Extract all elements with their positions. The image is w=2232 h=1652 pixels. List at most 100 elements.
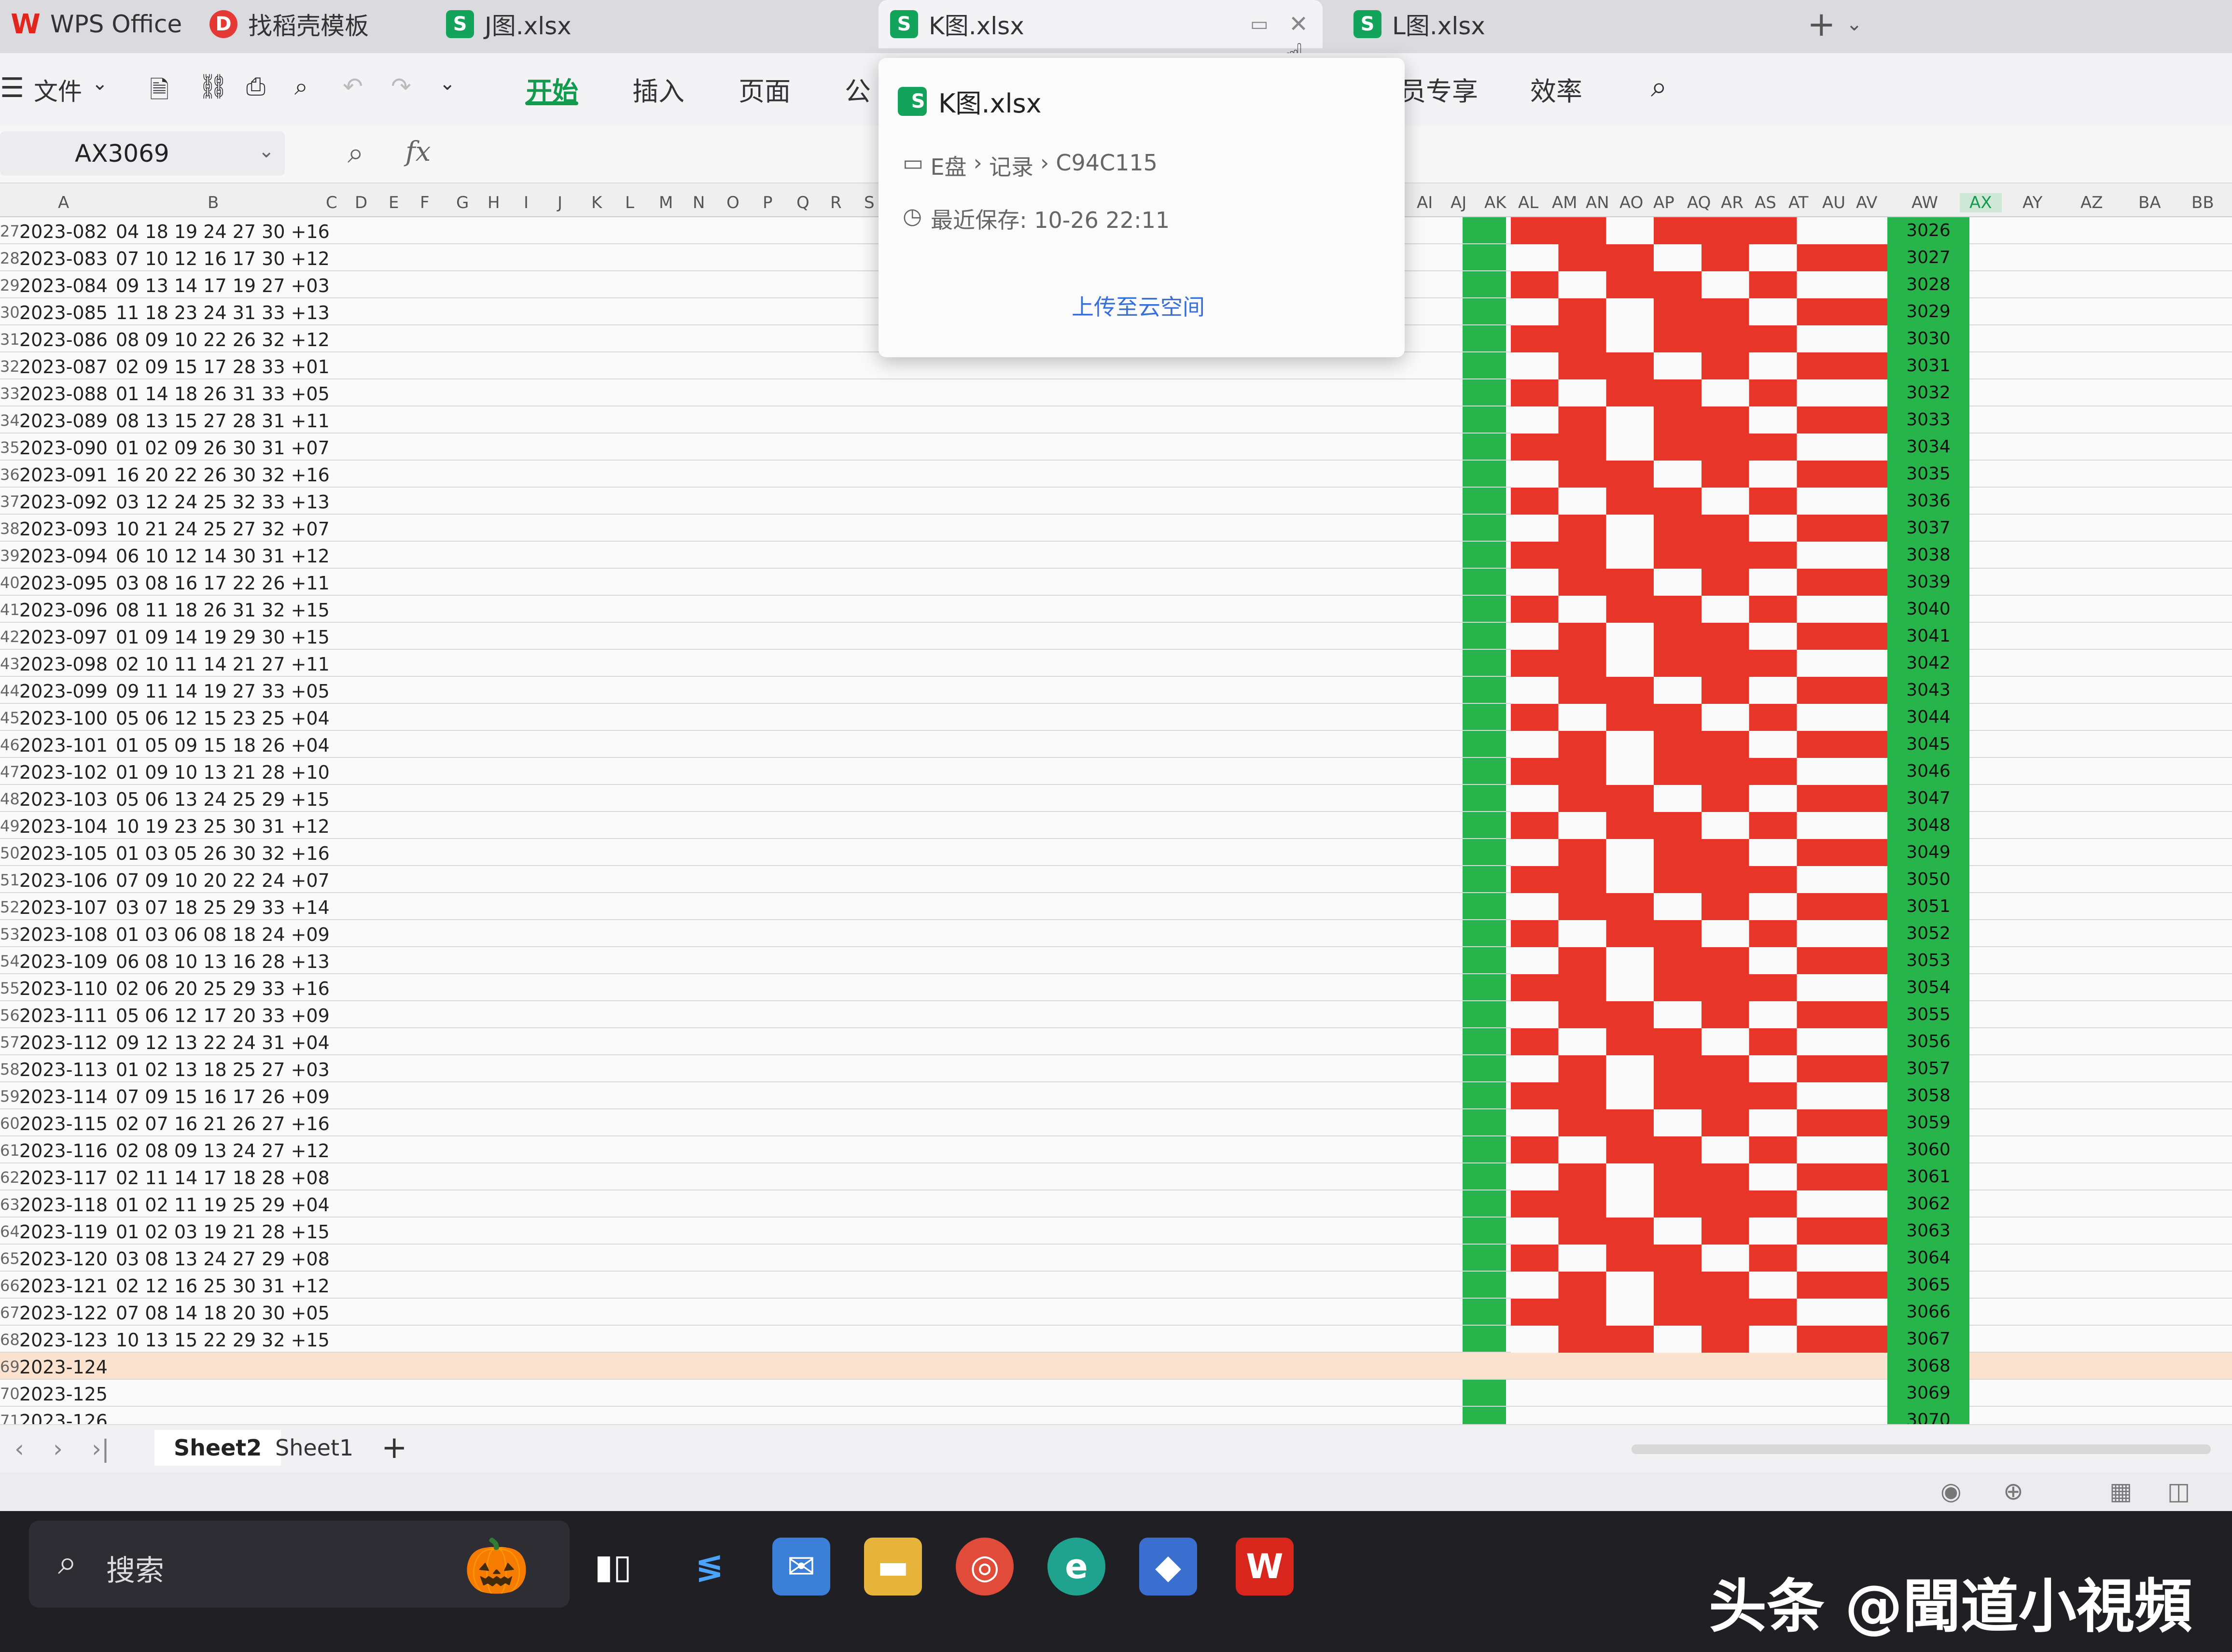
path-sub[interactable]: C94C115: [1056, 150, 1158, 182]
cell-numbers[interactable]: 08 11 18 26 31 32 +15: [116, 600, 330, 621]
cell-aw[interactable]: 3063: [1887, 1218, 1969, 1245]
cell-date[interactable]: 2023-118: [19, 1194, 108, 1216]
cell-aw[interactable]: 3046: [1887, 758, 1969, 785]
name-box[interactable]: AX3069: [0, 131, 285, 176]
row-number[interactable]: 28: [0, 249, 20, 267]
column-header[interactable]: AZ: [2080, 193, 2103, 212]
file-explorer-icon[interactable]: ▬: [864, 1538, 922, 1596]
cell-date[interactable]: 2023-082: [19, 221, 108, 242]
table-row[interactable]: 36 2023-091 16 20 22 26 30 32 +16 3035: [0, 461, 2232, 488]
row-number[interactable]: 32: [0, 357, 20, 376]
table-row[interactable]: 39 2023-094 06 10 12 14 30 31 +12 3038: [0, 542, 2232, 569]
table-row[interactable]: 52 2023-107 03 07 18 25 29 33 +14 3051: [0, 893, 2232, 920]
cell-date[interactable]: 2023-093: [19, 518, 108, 540]
cell-aw[interactable]: 3048: [1887, 812, 1969, 839]
cell-date[interactable]: 2023-125: [19, 1384, 108, 1405]
table-row[interactable]: 33 2023-088 01 14 18 26 31 33 +05 3032: [0, 379, 2232, 406]
row-number[interactable]: 65: [0, 1249, 20, 1268]
cell-date[interactable]: 2023-094: [19, 546, 108, 567]
cell-aw[interactable]: 3031: [1887, 352, 1969, 379]
redo-icon[interactable]: ↷: [391, 72, 411, 100]
table-row[interactable]: 66 2023-121 02 12 16 25 30 31 +12 3065: [0, 1272, 2232, 1299]
tab-l-file[interactable]: S L图.xlsx: [1342, 0, 1776, 48]
horizontal-scrollbar[interactable]: [1632, 1444, 2211, 1454]
row-number[interactable]: 64: [0, 1222, 20, 1241]
cell-date[interactable]: 2023-121: [19, 1275, 108, 1297]
column-header[interactable]: D: [355, 193, 367, 212]
fx-icon[interactable]: fx: [405, 136, 431, 168]
cell-date[interactable]: 2023-113: [19, 1059, 108, 1080]
chevron-down-icon[interactable]: ⌄: [439, 72, 456, 95]
column-header[interactable]: C: [326, 193, 337, 212]
cell-aw[interactable]: 3058: [1887, 1082, 1969, 1109]
row-number[interactable]: 51: [0, 871, 20, 889]
table-row[interactable]: 56 2023-111 05 06 12 17 20 33 +09 3055: [0, 1001, 2232, 1028]
row-number[interactable]: 63: [0, 1195, 20, 1214]
close-tab-icon[interactable]: ✕: [1289, 11, 1308, 38]
column-header[interactable]: R: [830, 193, 842, 212]
cell-numbers[interactable]: 02 11 14 17 18 28 +08: [116, 1167, 330, 1189]
cell-numbers[interactable]: 03 08 13 24 27 29 +08: [116, 1248, 330, 1270]
cell-numbers[interactable]: 07 08 14 18 20 30 +05: [116, 1302, 330, 1324]
column-header[interactable]: M: [659, 193, 673, 212]
cell-date[interactable]: 2023-095: [19, 573, 108, 594]
new-tab-button[interactable]: + ⌄: [1796, 0, 1892, 48]
tab-j-file[interactable]: S J图.xlsx: [434, 0, 859, 48]
row-number[interactable]: 57: [0, 1033, 20, 1051]
cell-numbers[interactable]: 02 08 09 13 24 27 +12: [116, 1140, 330, 1162]
row-number[interactable]: 70: [0, 1385, 20, 1403]
row-number[interactable]: 46: [0, 736, 20, 754]
cell-aw[interactable]: 3034: [1887, 434, 1969, 461]
cell-aw[interactable]: 3062: [1887, 1190, 1969, 1218]
cell-aw[interactable]: 3047: [1887, 785, 1969, 812]
cell-aw[interactable]: 3039: [1887, 569, 1969, 596]
row-number[interactable]: 53: [0, 925, 20, 943]
column-header[interactable]: AJ: [1451, 193, 1466, 212]
column-header[interactable]: AN: [1586, 193, 1609, 212]
path-dir[interactable]: 记录: [989, 150, 1033, 182]
row-number[interactable]: 43: [0, 655, 20, 673]
tab-insert[interactable]: 插入: [632, 70, 684, 108]
cell-numbers[interactable]: 02 06 20 25 29 33 +16: [116, 978, 330, 999]
column-header[interactable]: F: [420, 193, 430, 212]
row-number[interactable]: 61: [0, 1141, 20, 1160]
cell-date[interactable]: 2023-098: [19, 654, 108, 675]
cell-numbers[interactable]: 06 08 10 13 16 28 +13: [116, 951, 330, 972]
cell-date[interactable]: 2023-099: [19, 681, 108, 702]
eye-icon[interactable]: ◉: [1940, 1477, 1962, 1505]
cell-numbers[interactable]: 10 19 23 25 30 31 +12: [116, 816, 330, 837]
tab-efficiency[interactable]: 效率: [1530, 70, 1582, 108]
save-icon[interactable]: 🗎: [150, 72, 169, 113]
cell-aw[interactable]: 3026: [1887, 217, 1969, 244]
column-header[interactable]: AQ: [1687, 193, 1711, 212]
column-header[interactable]: AL: [1518, 193, 1538, 212]
cell-numbers[interactable]: 01 05 09 15 18 26 +04: [116, 735, 330, 756]
row-number[interactable]: 39: [0, 546, 20, 565]
search-icon[interactable]: ⌕: [1651, 70, 1667, 104]
row-number[interactable]: 38: [0, 519, 20, 538]
column-header[interactable]: A: [58, 193, 69, 212]
cell-aw[interactable]: 3045: [1887, 731, 1969, 758]
cell-date[interactable]: 2023-088: [19, 383, 108, 405]
table-row[interactable]: 59 2023-114 07 09 15 16 17 26 +09 3058: [0, 1082, 2232, 1109]
table-row[interactable]: 65 2023-120 03 08 13 24 27 29 +08 3064: [0, 1245, 2232, 1272]
cell-date[interactable]: 2023-115: [19, 1113, 108, 1134]
cell-date[interactable]: 2023-123: [19, 1330, 108, 1351]
cell-date[interactable]: 2023-105: [19, 843, 108, 864]
column-header[interactable]: K: [591, 193, 602, 212]
column-header[interactable]: AW: [1911, 193, 1938, 212]
last-sheet-icon[interactable]: ›|: [92, 1435, 110, 1463]
row-number[interactable]: 30: [0, 303, 20, 322]
window-icon[interactable]: ▭: [1250, 13, 1269, 35]
cell-aw[interactable]: 3060: [1887, 1136, 1969, 1163]
cell-aw[interactable]: 3051: [1887, 893, 1969, 920]
column-header[interactable]: S: [864, 193, 875, 212]
cell-date[interactable]: 2023-101: [19, 735, 108, 756]
page-view-icon[interactable]: ◫: [2167, 1477, 2190, 1505]
column-header[interactable]: AT: [1788, 193, 1808, 212]
row-number[interactable]: 49: [0, 817, 20, 835]
print-preview-icon[interactable]: ⌕: [294, 72, 308, 101]
row-number[interactable]: 48: [0, 790, 20, 808]
vscode-icon[interactable]: ≶: [681, 1538, 739, 1596]
cell-numbers[interactable]: 01 09 10 13 21 28 +10: [116, 762, 330, 783]
